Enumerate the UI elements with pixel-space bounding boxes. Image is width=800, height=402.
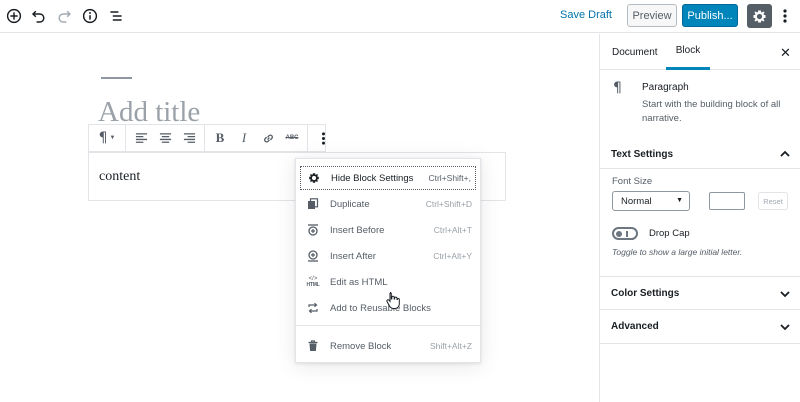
close-icon[interactable]: ✕ (780, 45, 791, 61)
menu-item-label: Duplicate (330, 198, 370, 210)
menu-item-shortcut: Ctrl+Shift+D (425, 199, 472, 209)
panel-text-settings-toggle[interactable]: Text Settings (600, 137, 800, 171)
block-navigation-button[interactable] (106, 6, 126, 26)
block-navigation-icon (110, 11, 122, 21)
menu-item-label: Remove Block (330, 340, 392, 352)
link-button[interactable] (256, 127, 280, 149)
reusable-icon (306, 301, 320, 315)
caret-down-icon: ▼ (676, 197, 683, 204)
drop-cap-toggle[interactable] (612, 227, 638, 240)
align-left-icon (135, 132, 147, 143)
chevron-up-icon (780, 150, 790, 157)
block-switcher-group: ¶ ▼ (89, 125, 126, 151)
gear-icon (753, 10, 766, 22)
block-more-options-button[interactable] (311, 127, 335, 149)
panel-title: Advanced (611, 321, 659, 332)
editor-header: Save Draft Preview Publish... (0, 0, 800, 33)
gear-icon (307, 171, 321, 185)
redo-button[interactable] (54, 6, 74, 26)
publish-button[interactable]: Publish... (682, 4, 738, 27)
block-settings-menu: Hide Block Settings Ctrl+Shift+, Duplica… (295, 158, 482, 363)
sidebar-tabs: Document Block ✕ (600, 34, 800, 70)
menu-item-label: Add to Reusable Blocks (330, 302, 431, 314)
more-vertical-icon (321, 131, 325, 145)
align-right-button[interactable] (177, 127, 201, 149)
alignment-group (126, 125, 205, 151)
insert-before-icon (306, 223, 320, 237)
save-draft-button[interactable]: Save Draft (560, 9, 612, 21)
menu-item-shortcut: Ctrl+Alt+Y (433, 251, 472, 261)
hand-cursor-icon (386, 292, 400, 309)
menu-item-shortcut: Ctrl+Alt+T (433, 225, 472, 235)
align-left-button[interactable] (129, 127, 153, 149)
more-tools-button[interactable] (776, 6, 794, 26)
tab-block[interactable]: Block (666, 34, 710, 70)
menu-item-duplicate[interactable]: Duplicate Ctrl+Shift+D (300, 192, 476, 216)
align-center-icon (159, 132, 171, 143)
tab-document[interactable]: Document (612, 34, 658, 70)
menu-divider (296, 325, 482, 326)
undo-button[interactable] (29, 6, 49, 26)
font-size-value: Normal (621, 195, 652, 207)
html-icon: </> HTML (306, 275, 320, 288)
panel-advanced-toggle[interactable]: Advanced (600, 310, 800, 344)
insert-after-icon (306, 249, 320, 263)
formatting-group: B I ABC (205, 125, 308, 151)
add-block-button[interactable] (4, 6, 24, 26)
panel-title: Text Settings (611, 148, 674, 160)
redo-icon (58, 10, 72, 23)
paragraph-content[interactable]: content (99, 169, 140, 185)
strikethrough-button[interactable]: ABC (280, 127, 304, 149)
menu-item-hide-block-settings[interactable]: Hide Block Settings Ctrl+Shift+, (300, 166, 476, 190)
settings-toggle-button[interactable] (747, 4, 772, 28)
toggle-off-indicator (626, 230, 628, 237)
block-card-title: Paragraph (642, 82, 689, 93)
undo-icon (31, 10, 45, 23)
add-block-icon (6, 8, 22, 24)
link-icon (263, 134, 273, 142)
font-size-reset-button[interactable]: Reset (758, 192, 788, 210)
menu-item-label: Hide Block Settings (331, 172, 414, 184)
panel-color-settings-toggle[interactable]: Color Settings (600, 276, 800, 310)
font-size-select[interactable]: Normal ▼ (612, 191, 690, 211)
menu-item-label: Insert Before (330, 224, 385, 236)
settings-sidebar: Document Block ✕ ¶ Paragraph Start with … (599, 34, 800, 402)
drop-cap-help-text: Toggle to show a large initial letter. (612, 247, 743, 257)
info-icon (82, 8, 98, 24)
paragraph-icon: ¶ (613, 80, 622, 96)
more-vertical-icon (783, 9, 787, 23)
menu-item-label: Insert After (330, 250, 376, 262)
paragraph-icon: ¶ (98, 130, 108, 146)
duplicate-icon (306, 197, 320, 211)
trash-icon (306, 339, 320, 353)
align-center-button[interactable] (153, 127, 177, 149)
menu-item-remove-block[interactable]: Remove Block Shift+Alt+Z (300, 334, 476, 358)
more-options-group (308, 125, 338, 151)
menu-item-insert-before[interactable]: Insert Before Ctrl+Alt+T (300, 218, 476, 242)
italic-button[interactable]: I (232, 127, 256, 149)
caret-down-icon: ▼ (109, 135, 116, 141)
font-size-label: Font Size (612, 176, 653, 187)
custom-font-size-input[interactable] (709, 192, 745, 210)
preview-button[interactable]: Preview (627, 4, 677, 27)
drop-cap-label: Drop Cap (649, 228, 690, 239)
chevron-down-icon (780, 291, 790, 298)
html-icon-label: HTML (306, 281, 320, 288)
chevron-down-icon (780, 324, 790, 331)
bold-button[interactable]: B (208, 127, 232, 149)
menu-item-shortcut: Shift+Alt+Z (429, 341, 472, 351)
menu-item-shortcut: Ctrl+Shift+, (428, 173, 471, 183)
content-structure-button[interactable] (80, 6, 100, 26)
panel-title: Color Settings (611, 287, 680, 299)
toggle-knob (616, 230, 622, 237)
align-right-icon (183, 132, 195, 143)
block-switcher-button[interactable]: ¶ ▼ (92, 127, 122, 149)
title-separator (101, 77, 132, 79)
menu-item-insert-after[interactable]: Insert After Ctrl+Alt+Y (300, 244, 476, 268)
block-toolbar: ¶ ▼ B I ABC (88, 124, 326, 152)
block-card-description: Start with the building block of all nar… (642, 99, 781, 124)
menu-item-label: Edit as HTML (330, 276, 388, 288)
